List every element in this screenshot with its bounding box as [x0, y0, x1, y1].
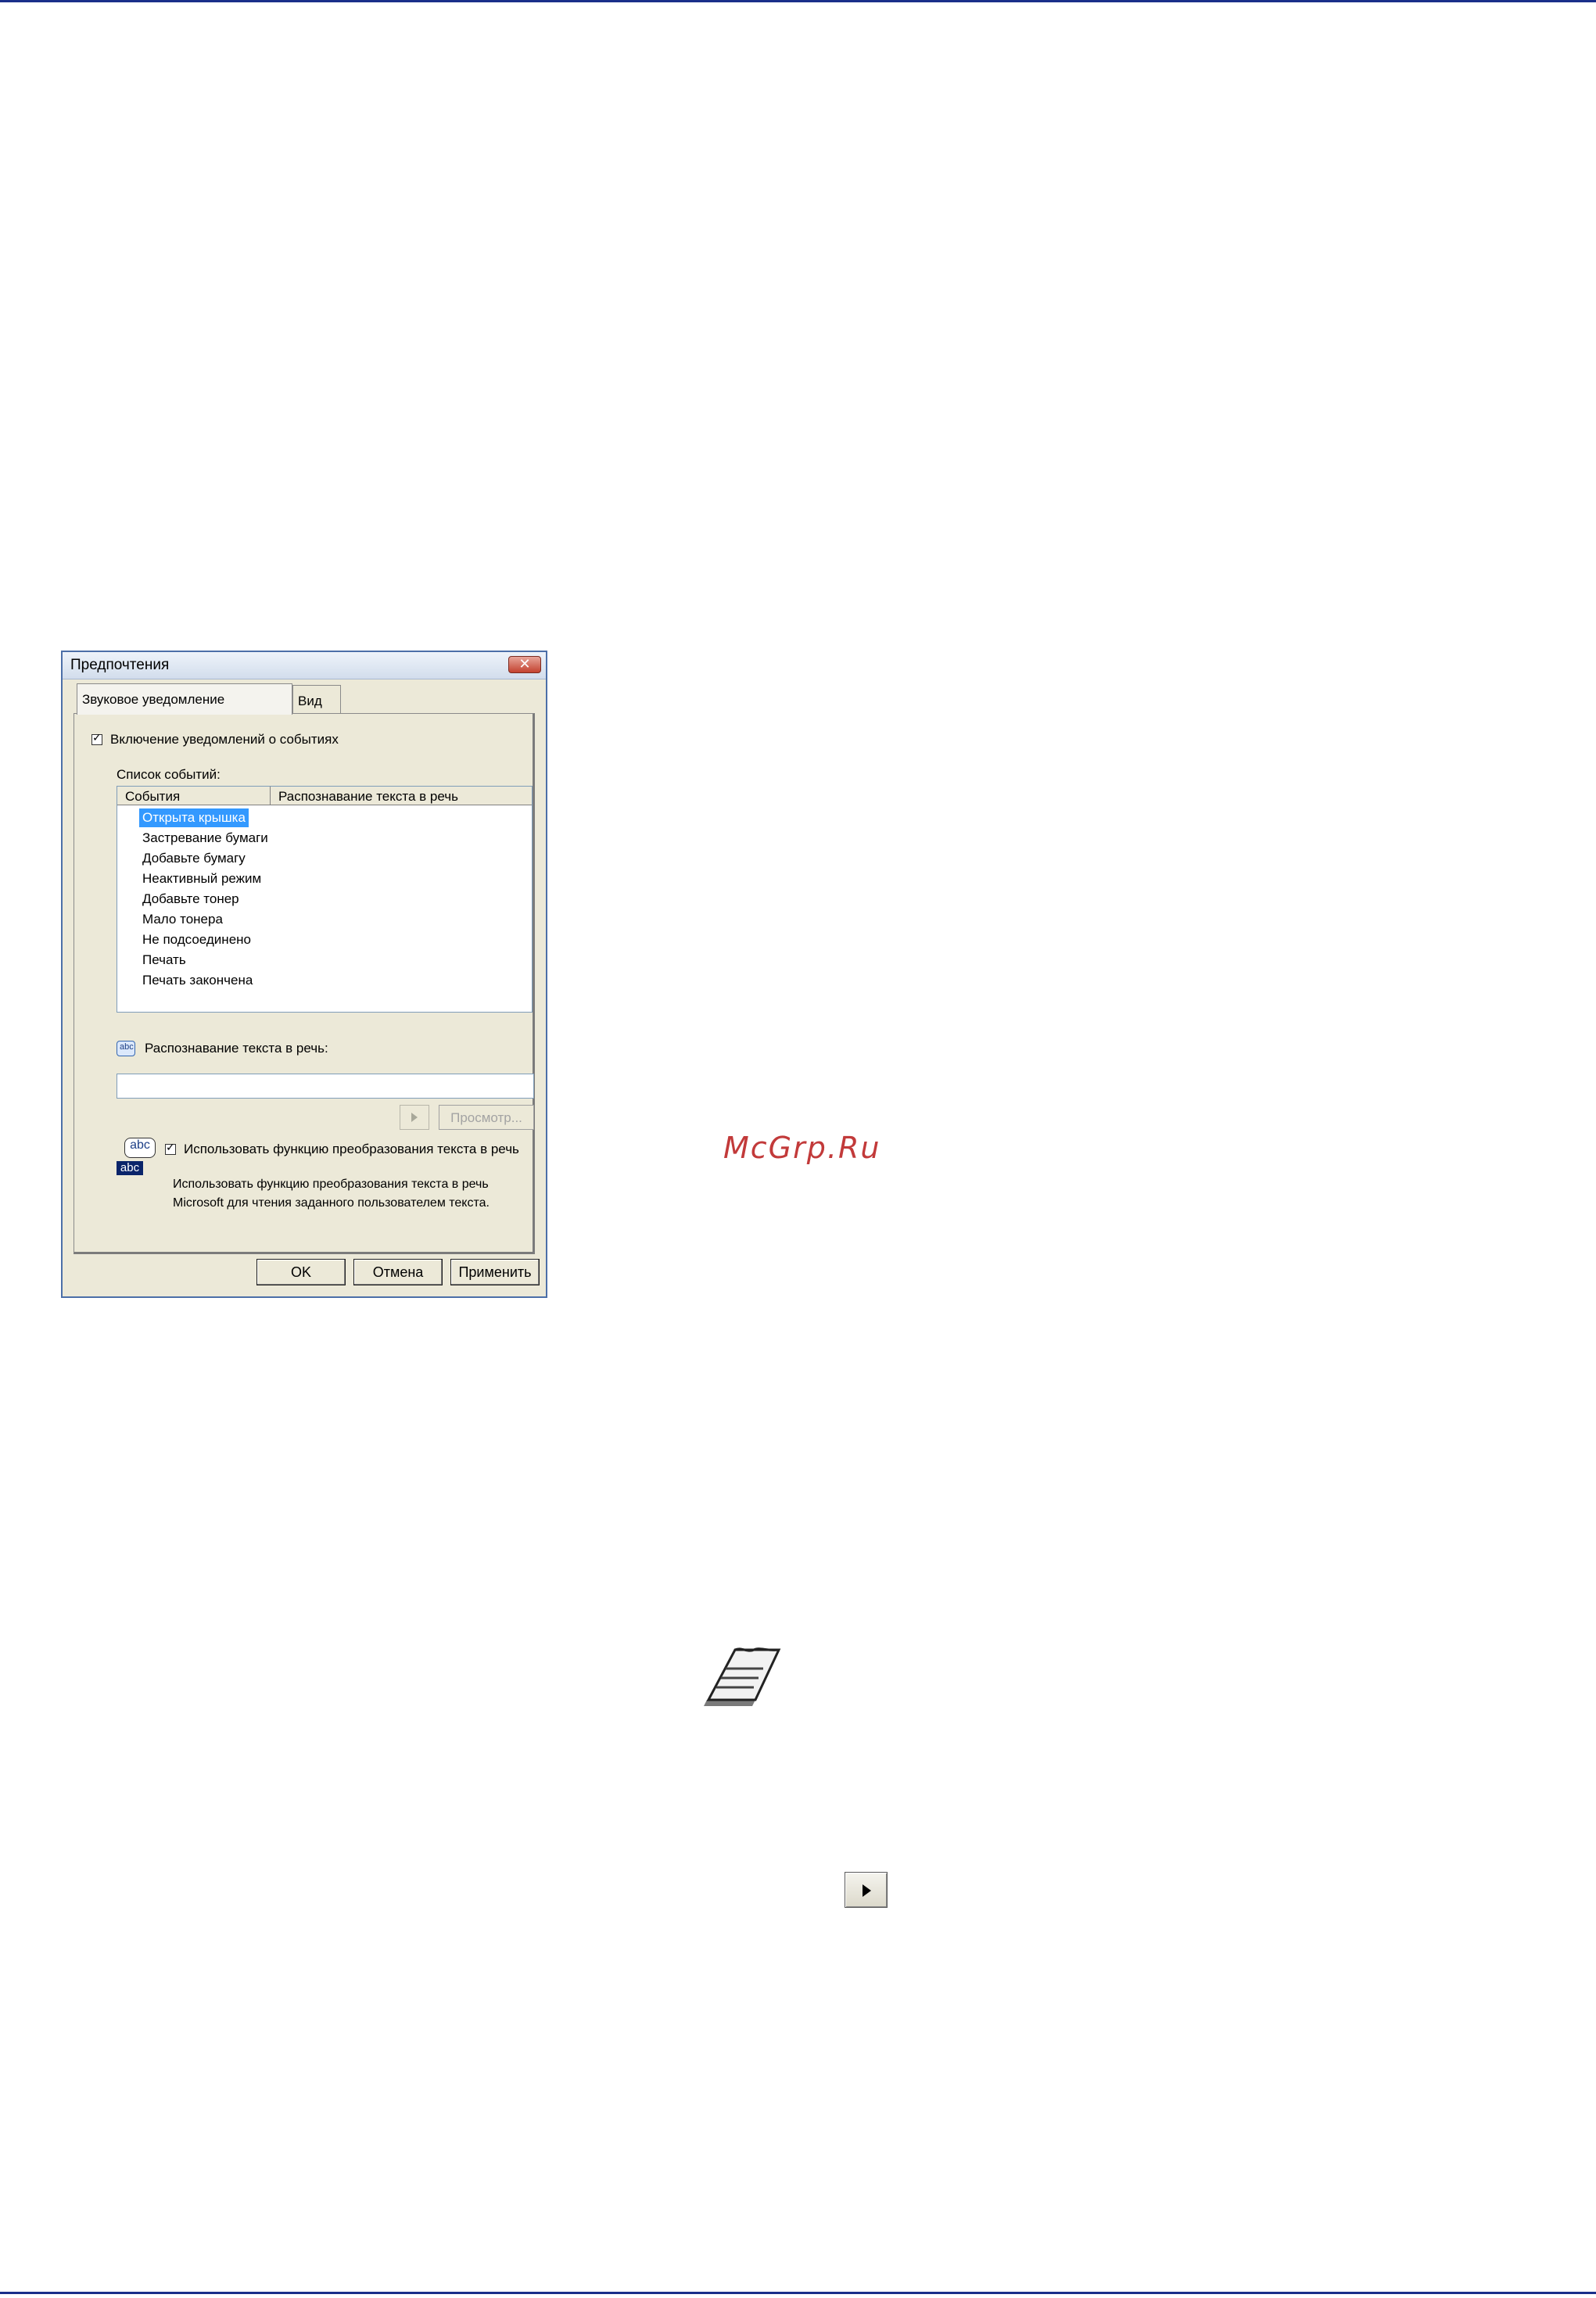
cancel-button[interactable]: Отмена [353, 1259, 443, 1285]
list-item[interactable]: Добавьте бумагу [139, 849, 249, 868]
tab-sound-notification[interactable]: Звуковое уведомление [77, 683, 292, 715]
event-list[interactable]: События Распознавание текста в речь Откр… [117, 786, 533, 1013]
list-item[interactable]: Застревание бумаги [139, 829, 271, 848]
apply-button[interactable]: Применить [450, 1259, 540, 1285]
use-tts-label: Использовать функцию преобразования текс… [184, 1142, 519, 1156]
tab-label: Вид [298, 694, 322, 708]
checkmark-icon: ✓ [166, 1142, 175, 1154]
ok-button[interactable]: OK [256, 1259, 346, 1285]
dialog-title: Предпочтения [70, 657, 170, 673]
tts-text-input[interactable] [117, 1074, 534, 1099]
play-triangle-icon [863, 1884, 871, 1897]
column-header-events[interactable]: События [117, 787, 271, 805]
preview-button[interactable]: Просмотр... [439, 1105, 534, 1130]
preferences-dialog: Предпочтения ✕ Звуковое уведомление Вид … [61, 651, 547, 1298]
list-item[interactable]: Добавьте тонер [139, 890, 242, 909]
tab-view[interactable]: Вид [292, 685, 341, 713]
tts-description: Использовать функцию преобразования текс… [173, 1178, 490, 1210]
close-icon: ✕ [518, 656, 531, 672]
note-page-icon [704, 1647, 781, 1706]
tab-panel: ✓ Включение уведомлений о событиях Списо… [74, 713, 535, 1254]
enable-notifications-checkbox[interactable]: ✓ [91, 732, 102, 745]
tts-label: Распознавание текста в речь: [145, 1041, 328, 1056]
use-tts-checkbox[interactable]: ✓ [165, 1142, 176, 1155]
column-header-tts[interactable]: Распознавание текста в речь [271, 787, 532, 805]
list-item[interactable]: Печать [139, 951, 189, 970]
play-button-illustration[interactable] [845, 1872, 888, 1908]
checkmark-icon: ✓ [92, 732, 102, 744]
list-item[interactable]: Мало тонера [139, 910, 226, 929]
title-bar[interactable]: Предпочтения ✕ [63, 652, 546, 679]
enable-notifications-label: Включение уведомлений о событиях [110, 732, 339, 747]
list-item[interactable]: Неактивный режим [139, 869, 264, 888]
list-item[interactable]: Не подсоединено [139, 930, 254, 949]
event-list-label: Список событий: [117, 767, 221, 782]
play-triangle-icon [411, 1113, 418, 1122]
tab-label: Звуковое уведомление [82, 692, 225, 707]
list-header: События Распознавание текста в речь [117, 787, 532, 805]
bottom-rule [0, 2292, 1596, 2294]
close-button[interactable]: ✕ [508, 656, 541, 673]
speech-bubble-icon: abc [117, 1041, 135, 1056]
list-item[interactable]: Открыта крышка [139, 808, 249, 827]
text-to-speech-icon: abc abc [117, 1138, 159, 1178]
play-button[interactable] [400, 1105, 429, 1130]
top-rule [0, 0, 1596, 2]
list-item[interactable]: Печать закончена [139, 971, 256, 990]
watermark: McGrp.Ru [723, 1131, 881, 1165]
